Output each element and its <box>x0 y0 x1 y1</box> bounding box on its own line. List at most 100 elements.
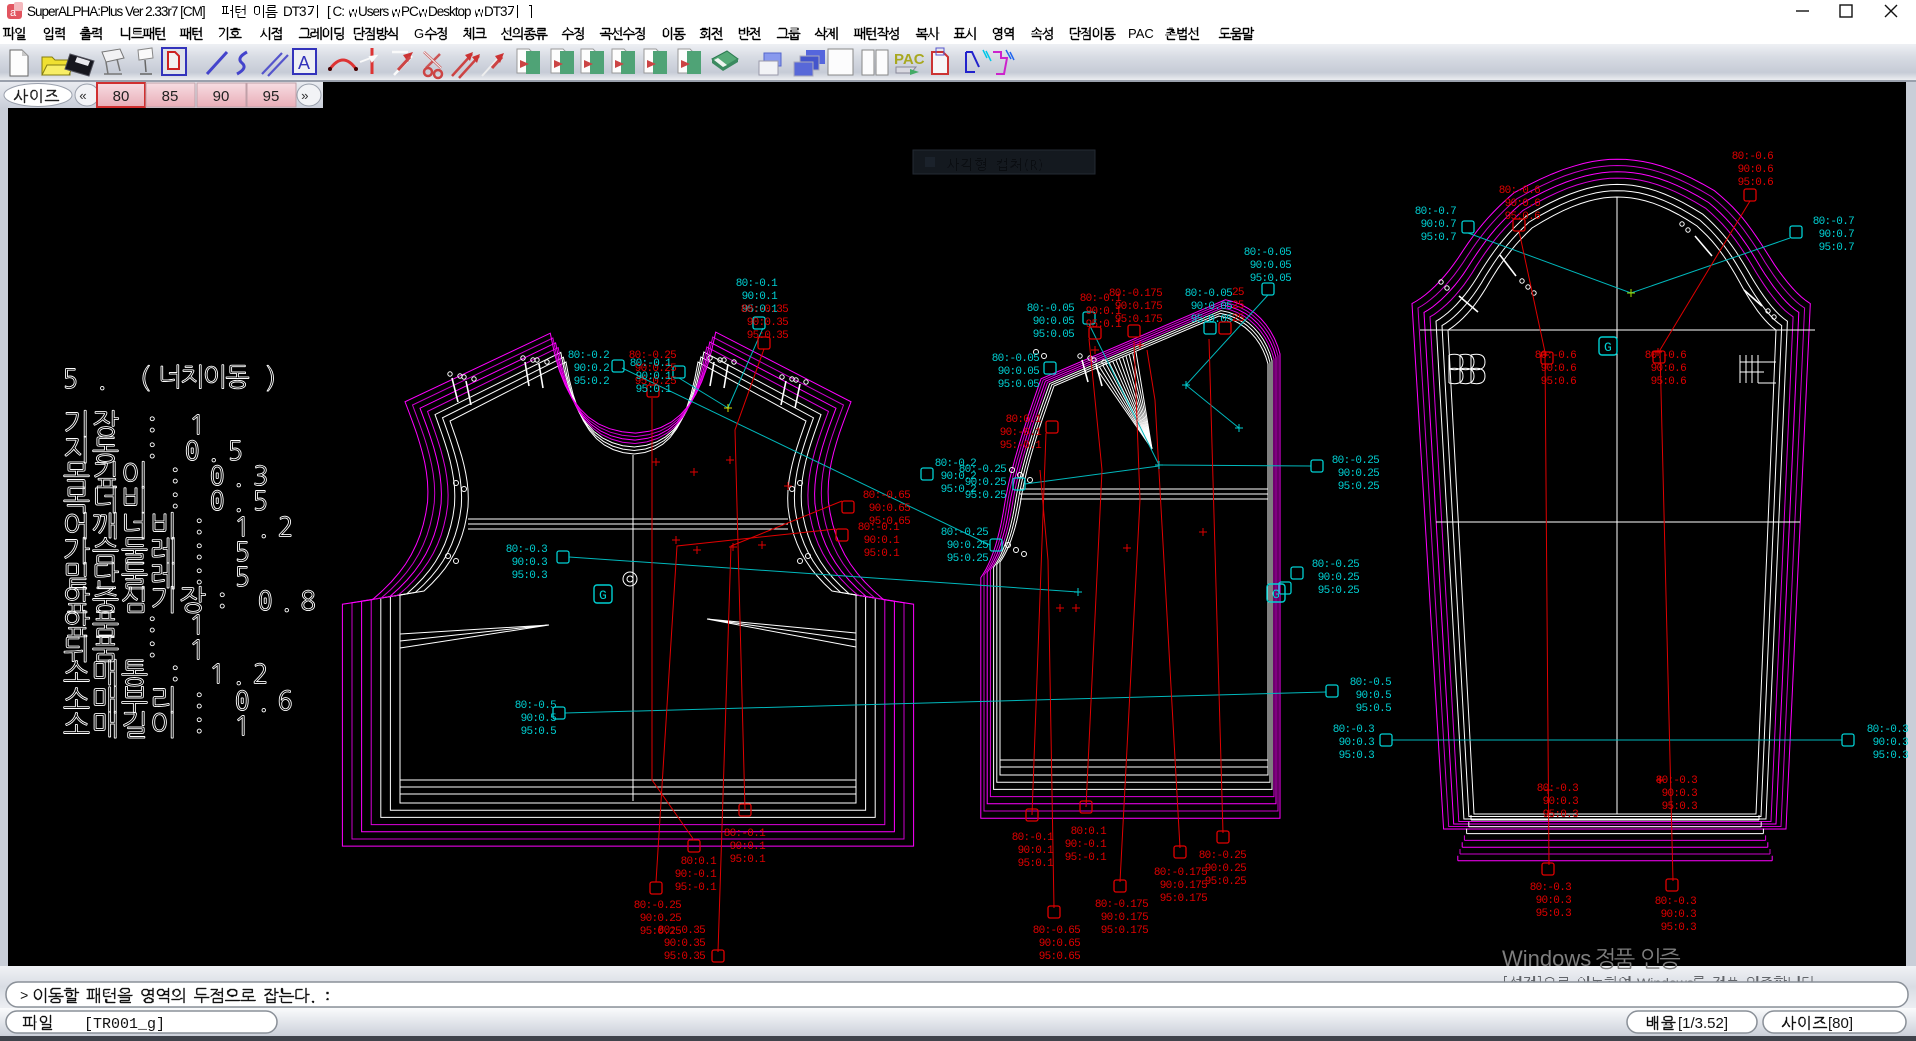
svg-text:80:0.1: 80:0.1 <box>1006 414 1043 426</box>
svg-text:25: 25 <box>1232 287 1244 299</box>
svg-text:90:0.6: 90:0.6 <box>1651 363 1687 375</box>
svg-text:90:-0.1: 90:-0.1 <box>1000 427 1042 439</box>
svg-text:80: 80 <box>113 88 130 105</box>
svg-text:95:0.3: 95:0.3 <box>1661 922 1697 934</box>
svg-text:80:-0.05: 80:-0.05 <box>1244 247 1291 259</box>
svg-text:90:0.05: 90:0.05 <box>998 366 1039 378</box>
svg-text:95:0.25: 95:0.25 <box>1318 585 1359 597</box>
svg-text:95:0.3: 95:0.3 <box>512 570 548 582</box>
svg-text:80:-0.65: 80:-0.65 <box>863 490 910 502</box>
svg-text:90:0.1: 90:0.1 <box>636 371 673 383</box>
svg-text:90:0.6: 90:0.6 <box>1541 363 1577 375</box>
svg-text:90:0.2: 90:0.2 <box>574 363 610 375</box>
svg-text:90:0.175: 90:0.175 <box>1160 880 1207 892</box>
svg-text:PC: PC <box>401 4 419 19</box>
svg-text:90:0.5: 90:0.5 <box>1356 690 1392 702</box>
svg-text:PAC: PAC <box>894 51 925 68</box>
svg-text:95:0.7: 95:0.7 <box>1819 242 1855 254</box>
svg-text:Users: Users <box>358 4 390 19</box>
svg-text:80:-0.25: 80:-0.25 <box>959 464 1006 476</box>
svg-text:95:0.6: 95:0.6 <box>1505 211 1541 223</box>
svg-text:95:0.175: 95:0.175 <box>1101 925 1148 937</box>
svg-text:90:0.5: 90:0.5 <box>521 713 557 725</box>
svg-text:95:0.7: 95:0.7 <box>1421 232 1457 244</box>
svg-text:90:0.05: 90:0.05 <box>1191 301 1232 313</box>
svg-text:95:0.1: 95:0.1 <box>1018 858 1055 870</box>
svg-text:«: « <box>79 89 87 104</box>
svg-text:90:0.7: 90:0.7 <box>1421 219 1457 231</box>
svg-text:DT3: DT3 <box>283 4 306 19</box>
svg-text:80:-0.1: 80:-0.1 <box>724 828 766 840</box>
svg-text:95:0.3: 95:0.3 <box>1536 908 1572 920</box>
svg-text:95:0.6: 95:0.6 <box>1738 177 1774 189</box>
svg-text:90:0.3: 90:0.3 <box>1339 737 1375 749</box>
svg-text:90:0.35: 90:0.35 <box>664 938 705 950</box>
svg-text:90:0.65: 90:0.65 <box>1039 938 1080 950</box>
svg-text:90:0.1: 90:0.1 <box>730 841 767 853</box>
svg-text:80:-0.5: 80:-0.5 <box>1350 677 1391 689</box>
svg-text:80:-0.25: 80:-0.25 <box>1332 455 1379 467</box>
svg-text:G: G <box>1604 340 1612 355</box>
svg-text:90:0.175: 90:0.175 <box>1101 912 1148 924</box>
svg-text:[80]: [80] <box>1828 1015 1853 1032</box>
svg-text:90:0.35: 90:0.35 <box>747 317 788 329</box>
svg-text:90:0.175: 90:0.175 <box>1115 301 1162 313</box>
svg-text:95:-0.1: 95:-0.1 <box>1065 852 1107 864</box>
svg-text:80:-0.1: 80:-0.1 <box>630 358 672 370</box>
svg-text:90:0.25: 90:0.25 <box>1338 468 1379 480</box>
svg-text:80:-0.5: 80:-0.5 <box>515 700 556 712</box>
svg-text:90:0.3: 90:0.3 <box>1661 909 1697 921</box>
svg-text:G: G <box>599 588 607 603</box>
svg-text:90:0.3: 90:0.3 <box>1662 788 1698 800</box>
svg-text:95:-0.1: 95:-0.1 <box>1000 440 1042 452</box>
svg-text:85: 85 <box>162 88 179 105</box>
svg-text:90: 90 <box>213 88 230 105</box>
svg-text:90:0.1: 90:0.1 <box>742 291 779 303</box>
svg-text:DT3: DT3 <box>484 4 507 19</box>
svg-text:95:0.05: 95:0.05 <box>1191 314 1232 326</box>
svg-text:95:0.25: 95:0.25 <box>965 490 1006 502</box>
svg-text:95:0.25: 95:0.25 <box>1338 481 1379 493</box>
svg-text:SuperALPHA:Plus Ver 2.33r7 [CM: SuperALPHA:Plus Ver 2.33r7 [CM] <box>27 4 205 19</box>
svg-text:a: a <box>10 7 17 19</box>
svg-text:80:-0.3: 80:-0.3 <box>1537 783 1578 795</box>
svg-text:90:0.05: 90:0.05 <box>1033 316 1074 328</box>
svg-text:80:-0.3: 80:-0.3 <box>1655 896 1696 908</box>
svg-text:80:-0.2: 80:-0.2 <box>568 350 609 362</box>
svg-text:95:0.6: 95:0.6 <box>1651 376 1687 388</box>
svg-text:80:-0.3: 80:-0.3 <box>506 544 547 556</box>
svg-text:95:0.5: 95:0.5 <box>1356 703 1392 715</box>
svg-text:90:0.1: 90:0.1 <box>1086 306 1123 318</box>
svg-text:90:-0.1: 90:-0.1 <box>675 869 717 881</box>
svg-text:95:0.65: 95:0.65 <box>1039 951 1080 963</box>
svg-text:90:0.05: 90:0.05 <box>1250 260 1291 272</box>
svg-text:90:0.1: 90:0.1 <box>864 535 901 547</box>
svg-text:95:0.6: 95:0.6 <box>1541 376 1577 388</box>
svg-text:95:0.1: 95:0.1 <box>864 548 901 560</box>
svg-text:80:-0.175: 80:-0.175 <box>1095 899 1148 911</box>
svg-text:80:-0.1: 80:-0.1 <box>736 278 778 290</box>
svg-text:95:0.1: 95:0.1 <box>636 384 673 396</box>
svg-text:80:-0.25: 80:-0.25 <box>941 527 988 539</box>
svg-text:80:-0.65: 80:-0.65 <box>1033 925 1080 937</box>
svg-text:95:0.05: 95:0.05 <box>1033 329 1074 341</box>
svg-text:80:-0.05: 80:-0.05 <box>1027 303 1074 315</box>
svg-text:80:-0.1: 80:-0.1 <box>1012 832 1054 844</box>
svg-text:80:-0.1: 80:-0.1 <box>1080 293 1122 305</box>
svg-text:25: 25 <box>1232 313 1244 325</box>
svg-text:90:-0.1: 90:-0.1 <box>1065 839 1107 851</box>
svg-text:80:-0.6: 80:-0.6 <box>1732 151 1773 163</box>
svg-text:80:-0.3: 80:-0.3 <box>1867 724 1908 736</box>
svg-text:80:-0.25: 80:-0.25 <box>634 900 681 912</box>
svg-text:95:0.05: 95:0.05 <box>998 379 1039 391</box>
svg-text:80:-0.175: 80:-0.175 <box>1154 867 1207 879</box>
svg-text:80:-0.3: 80:-0.3 <box>1530 882 1571 894</box>
svg-text:95:0.25: 95:0.25 <box>1205 876 1246 888</box>
svg-text:95:0.175: 95:0.175 <box>1160 893 1207 905</box>
svg-text:PAC: PAC <box>1128 26 1154 41</box>
svg-text:95: 95 <box>263 88 280 105</box>
svg-text:80:-0.05: 80:-0.05 <box>992 353 1039 365</box>
svg-text:95:0.175: 95:0.175 <box>1115 314 1162 326</box>
svg-text:95:0.3: 95:0.3 <box>1543 809 1579 821</box>
svg-text:95:-0.1: 95:-0.1 <box>675 882 717 894</box>
